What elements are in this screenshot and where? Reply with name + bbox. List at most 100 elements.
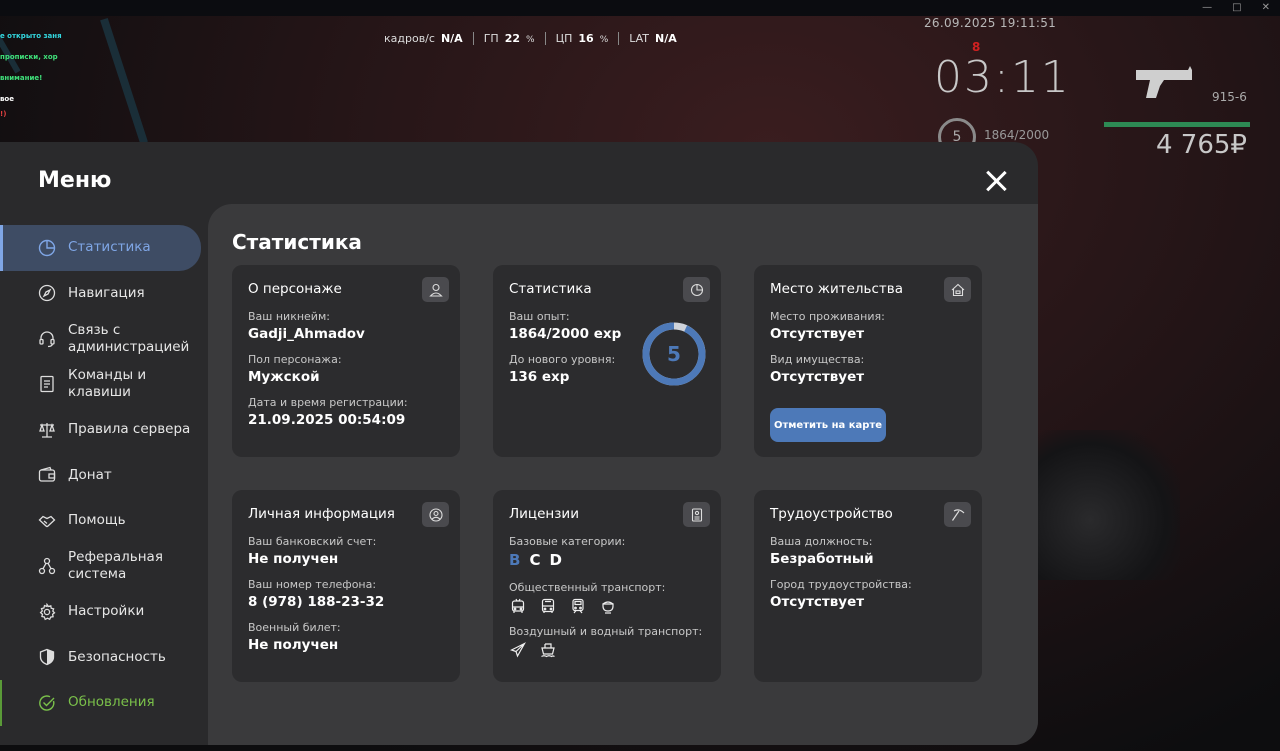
gear-icon [38,602,56,621]
field-label: Общественный транспорт: [509,581,666,594]
nickname-value: Gadji_Ahmadov [248,326,365,342]
sidebar-item-label: Навигация [68,284,145,301]
card-title: О персонаже [248,281,342,297]
scene-car [1030,430,1180,580]
taxi-driver-icon [599,597,617,615]
sidebar-item-security[interactable]: Безопасность [0,635,208,681]
sidebar-item-admin-contact[interactable]: Связь с администрацией [0,316,208,362]
sidebar-item-label: Обновления [68,694,155,711]
sidebar-item-label: Настройки [68,603,145,620]
chat-line: внимание! [0,74,43,82]
chat-line: вое [0,95,14,103]
residence-value: Отсутствует [770,326,865,342]
wallet-icon [38,466,56,484]
field-label: Воздушный и водный транспорт: [509,625,703,638]
chat-line: !) [0,110,7,118]
fps-counter: кадров/с N/A [384,32,474,45]
sidebar-item-label: Правила сервера [68,421,191,438]
sidebar-item-updates[interactable]: Обновления [0,680,208,726]
trolleybus-icon [509,597,527,615]
personal-info-card: Личная информация Ваш банковский счет: Н… [232,490,460,682]
hud-health-bar [1104,122,1250,127]
sidebar-item-donate[interactable]: Донат [0,453,208,499]
sidebar-item-settings[interactable]: Настройки [0,589,208,635]
scene-pole [100,17,148,145]
field-label: Ваша должность: [770,535,873,548]
sidebar-item-referral[interactable]: Реферальная система [0,544,208,590]
card-title: Личная информация [248,506,395,522]
field-label: Военный билет: [248,621,341,634]
pie-chart-icon [38,239,56,257]
train-icon [569,597,587,615]
user-circle-icon [422,502,449,527]
content-area: Статистика О персонаже Ваш никнейм: Gadj… [208,204,1038,745]
minimize-button[interactable]: — [1202,0,1212,16]
license-category-c: C [529,551,541,569]
scales-icon [38,421,56,439]
hud-exp: 1864/2000 [984,128,1050,142]
sidebar-item-navigation[interactable]: Навигация [0,271,208,317]
pickaxe-icon [944,502,971,527]
license-categories: B C D [509,551,705,569]
menu-title: Меню [38,168,112,193]
sidebar-item-rules[interactable]: Правила сервера [0,407,208,453]
field-label: Место проживания: [770,310,885,323]
sidebar-item-label: Связь с администрацией [68,321,190,355]
license-category-b: B [509,551,521,569]
sidebar-item-label: Безопасность [68,648,166,665]
ship-icon [539,641,557,659]
performance-overlay: кадров/с N/A ГП 22% ЦП 16% LAT N/A [384,32,687,45]
cpu-counter: ЦП 16% [546,32,620,45]
card-title: Статистика [509,281,592,297]
field-label: Город трудоустройства: [770,578,912,591]
sidebar-item-label: Реферальная система [68,549,163,583]
maximize-button[interactable]: □ [1232,0,1241,16]
card-title: Лицензии [509,506,579,522]
mark-on-map-button[interactable]: Отметить на карте [770,408,886,442]
compass-icon [38,284,56,302]
check-circle-icon [38,694,56,712]
field-label: Базовые категории: [509,535,626,548]
sidebar-item-help[interactable]: Помощь [0,498,208,544]
gpu-counter: ГП 22% [474,32,546,45]
game-chat: е открыто заня прописки, хор внимание! в… [0,26,62,118]
list-doc-icon [38,375,56,393]
close-icon[interactable] [985,170,1007,192]
hud-money: 4 765₽ [1156,130,1247,160]
licenses-card: Лицензии Базовые категории: B C D Общест… [493,490,721,682]
shield-icon [38,648,56,666]
sidebar-item-statistics[interactable]: Статистика [0,225,201,271]
field-label: Ваш номер телефона: [248,578,377,591]
hud-datetime: 26.09.2025 19:11:51 [924,16,1057,30]
stats-card: Статистика Ваш опыт: 1864/2000 exp До но… [493,265,721,457]
employment-card: Трудоустройство Ваша должность: Безработ… [754,490,982,682]
bus-icon [539,597,557,615]
field-label: Пол персонажа: [248,353,342,366]
pie-chart-icon [683,277,710,302]
sidebar-item-label: Помощь [68,512,126,529]
headset-icon [38,330,56,348]
handshake-icon [38,512,56,530]
sidebar-item-commands[interactable]: Команды и клавиши [0,362,208,408]
phone-value: 8 (978) 188-23-32 [248,594,385,610]
id-card-icon [683,502,710,527]
airplane-icon [509,641,527,659]
residence-card: Место жительства Место проживания: Отсут… [754,265,982,457]
level-number: 5 [667,342,681,366]
close-window-button[interactable]: ✕ [1262,0,1270,16]
sidebar-item-label: Донат [68,466,112,483]
page-title: Статистика [232,230,362,254]
latency-counter: LAT N/A [629,32,677,45]
chat-line: прописки, хор [0,53,58,61]
sidebar-item-label: Команды и клавиши [68,367,147,401]
public-transport-icons [509,597,705,615]
sidebar-item-label: Статистика [68,239,151,256]
card-title: Место жительства [770,281,903,297]
user-icon [422,277,449,302]
field-label: Дата и время регистрации: [248,396,408,409]
bank-value: Не получен [248,551,339,567]
card-title: Трудоустройство [770,506,893,522]
job-city-value: Отсутствует [770,594,865,610]
registration-value: 21.09.2025 00:54:09 [248,412,406,428]
property-value: Отсутствует [770,369,865,385]
